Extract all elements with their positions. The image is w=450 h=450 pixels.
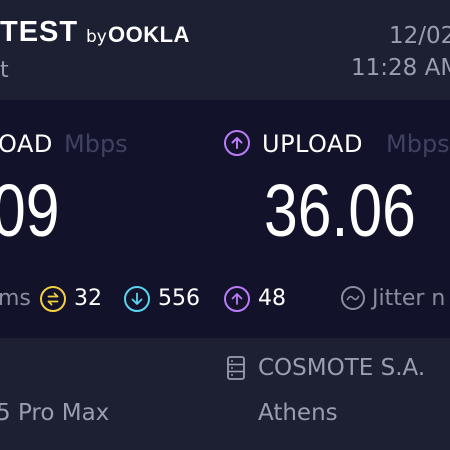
server-provider[interactable]: COSMOTE S.A.	[258, 355, 425, 381]
footer-info: COSMOTE S.A. 5 Pro Max Athens	[0, 338, 450, 450]
jitter-icon	[341, 286, 365, 310]
brand-by-text: by	[86, 27, 107, 47]
ookla-logo-text: OOKLA	[108, 22, 190, 47]
header-bar: TEST by OOKLA t 12/02 11:28 AM	[0, 0, 450, 100]
speedtest-logo-text: TEST	[0, 16, 79, 48]
upload-latency-value: 48	[258, 286, 286, 311]
server-location: Athens	[258, 400, 338, 426]
download-unit: Mbps	[64, 130, 128, 158]
upload-label: UPLOAD	[262, 130, 363, 158]
connection-subtitle: t	[0, 58, 9, 83]
test-time: 11:28 AM	[351, 55, 450, 81]
ping-icon	[40, 286, 66, 312]
server-icon	[227, 356, 245, 380]
download-speed-value: 09	[0, 169, 60, 252]
upload-unit: Mbps	[386, 130, 450, 158]
download-latency-icon	[124, 286, 150, 312]
results-panel: OAD Mbps 09 UPLOAD Mbps 36.06 ms 32 556 …	[0, 100, 450, 338]
download-latency-value: 556	[158, 286, 200, 311]
jitter-label: Jitter n	[372, 286, 446, 311]
device-name: 5 Pro Max	[0, 400, 110, 426]
download-label: OAD	[0, 130, 53, 158]
test-date: 12/02	[389, 23, 450, 49]
ping-unit-partial: ms	[0, 286, 31, 311]
upload-latency-icon	[224, 286, 250, 312]
upload-arrow-icon	[224, 130, 250, 156]
upload-speed-value: 36.06	[264, 169, 416, 252]
ping-value: 32	[74, 286, 102, 311]
